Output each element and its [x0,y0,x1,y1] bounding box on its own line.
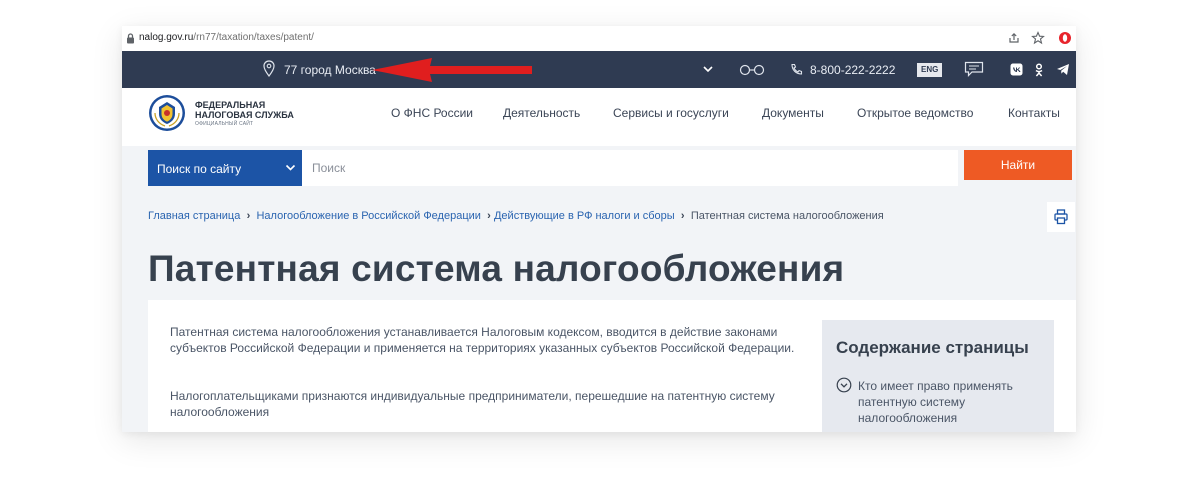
share-icon[interactable] [1007,31,1021,45]
logo-line-1: ФЕДЕРАЛЬНАЯ [195,100,266,110]
star-icon[interactable] [1031,31,1045,45]
breadcrumb-chevron-icon: › [680,210,685,222]
vk-icon[interactable] [1010,63,1023,76]
logo-line-3: ОФИЦИАЛЬНЫЙ САЙТ [195,121,254,127]
page-contents-panel: Содержание страницы Кто имеет право прим… [822,320,1054,432]
breadcrumb-home[interactable]: Главная страница [148,210,240,222]
chat-icon[interactable] [964,61,984,77]
breadcrumb: Главная страница › Налогообложение в Рос… [148,210,884,222]
site-logo[interactable]: ФЕДЕРАЛЬНАЯ НАЛОГОВАЯ СЛУЖБА ОФИЦИАЛЬНЫЙ… [195,100,294,128]
article-paragraph-1: Патентная система налогообложения устана… [170,325,795,355]
annotation-arrow-icon [372,58,532,82]
search-input[interactable] [302,150,958,186]
hotline-phone[interactable]: 8-800-222-2222 [810,63,895,77]
lang-switch[interactable]: ENG [917,63,943,77]
nav-contacts[interactable]: Контакты [1008,106,1060,120]
chevron-down-icon [285,164,296,171]
breadcrumb-taxation[interactable]: Налогообложение в Российской Федерации [256,210,480,222]
breadcrumb-taxes[interactable]: Действующие в РФ налоги и сборы [494,210,675,222]
chevron-down-icon[interactable] [702,64,714,74]
location-pin-icon [263,60,275,77]
search-scope-dropdown[interactable]: Поиск по сайту [148,150,302,186]
nav-documents[interactable]: Документы [762,106,824,120]
nav-open-agency[interactable]: Открытое ведомство [857,106,973,120]
breadcrumb-chevron-icon: › [487,210,491,222]
breadcrumb-current: Патентная система налогообложения [690,210,884,222]
phone-icon [791,63,803,75]
toc-item[interactable]: Кто имеет право применять патентную сист… [858,378,1038,426]
fns-emblem-icon[interactable] [148,94,186,132]
glasses-icon[interactable] [739,64,765,76]
site-header: ФЕДЕРАЛЬНАЯ НАЛОГОВАЯ СЛУЖБА ОФИЦИАЛЬНЫЙ… [122,88,1076,146]
url-text[interactable]: nalog.gov.ru/rn77/taxation/taxes/patent/ [139,32,314,43]
address-bar[interactable]: nalog.gov.ru/rn77/taxation/taxes/patent/ [122,26,1076,51]
nav-about[interactable]: О ФНС России [391,106,473,120]
opera-icon[interactable] [1058,31,1072,45]
telegram-icon[interactable] [1056,63,1070,76]
search-button[interactable]: Найти [964,150,1072,180]
page-title: Патентная система налогообложения [148,248,845,289]
chevron-down-circle-icon[interactable] [836,377,852,393]
top-bar: 77 город Москва 8-800-222-2222 ENG [122,51,1076,88]
toc-title: Содержание страницы [836,338,1029,357]
main-content: Главная страница › Налогообложение в Рос… [122,190,1076,432]
search-bar: Поиск по сайту Найти [122,146,1076,190]
breadcrumb-chevron-icon: › [246,210,251,222]
odnoklassniki-icon[interactable] [1034,63,1044,77]
article-card: Патентная система налогообложения устана… [148,300,1076,432]
city-selector[interactable]: 77 город Москва [284,63,376,77]
nav-services[interactable]: Сервисы и госуслуги [613,106,729,120]
printer-icon [1054,209,1068,225]
browser-screenshot: nalog.gov.ru/rn77/taxation/taxes/patent/… [122,26,1076,432]
lock-icon [127,33,134,44]
article-paragraph-2: Налогоплательщиками признаются индивидуа… [170,389,775,419]
logo-line-2: НАЛОГОВАЯ СЛУЖБА [195,110,294,120]
nav-activity[interactable]: Деятельность [503,106,580,120]
print-button[interactable] [1047,202,1075,232]
search-scope-label: Поиск по сайту [157,162,242,176]
